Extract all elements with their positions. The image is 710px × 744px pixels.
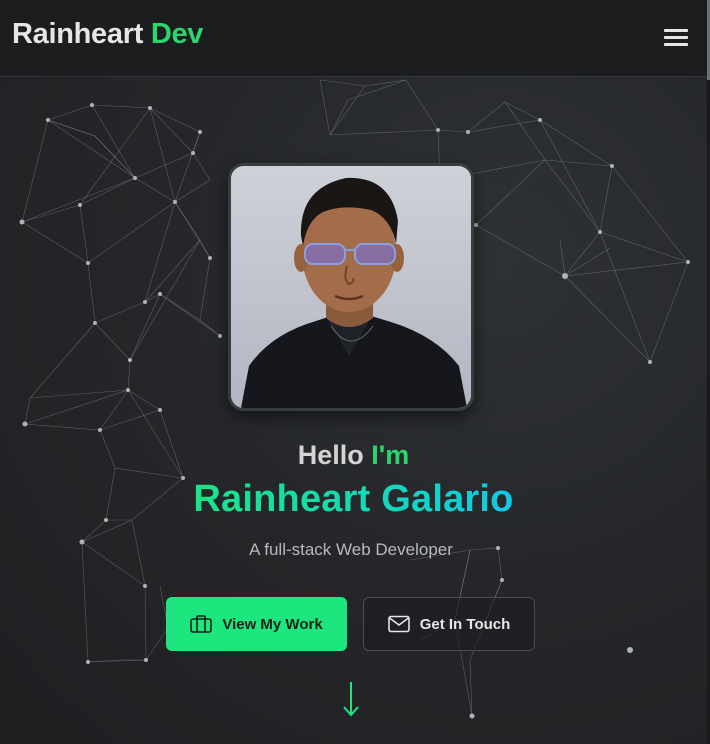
hero-name: Rainheart Galario <box>0 478 707 521</box>
hero-name-text: Rainheart Galario <box>193 478 514 520</box>
hero-tagline: A full-stack Web Developer <box>249 540 453 559</box>
site-logo[interactable]: Rainheart Dev <box>12 18 203 51</box>
view-my-work-button[interactable]: View My Work <box>166 597 347 651</box>
site-header: Rainheart Dev <box>0 0 707 77</box>
logo-main-text: Rainheart <box>12 18 144 50</box>
get-in-touch-button[interactable]: Get In Touch <box>363 597 535 651</box>
view-my-work-label: View My Work <box>222 615 323 633</box>
envelope-icon <box>387 615 410 633</box>
page: Rainheart Dev Hello I'm Rainheart Galari… <box>0 0 710 744</box>
profile-photo <box>228 163 474 411</box>
hero-greeting: Hello I'm <box>0 440 707 471</box>
arrow-down-icon[interactable] <box>341 680 361 720</box>
logo-accent-text: Dev <box>150 18 204 50</box>
person-portrait-icon <box>231 166 471 408</box>
hamburger-menu-icon[interactable] <box>662 27 690 49</box>
briefcase-icon <box>190 615 213 633</box>
greeting-text: Hello <box>297 440 364 470</box>
greeting-accent: I'm <box>371 440 410 470</box>
get-in-touch-label: Get In Touch <box>419 615 511 633</box>
